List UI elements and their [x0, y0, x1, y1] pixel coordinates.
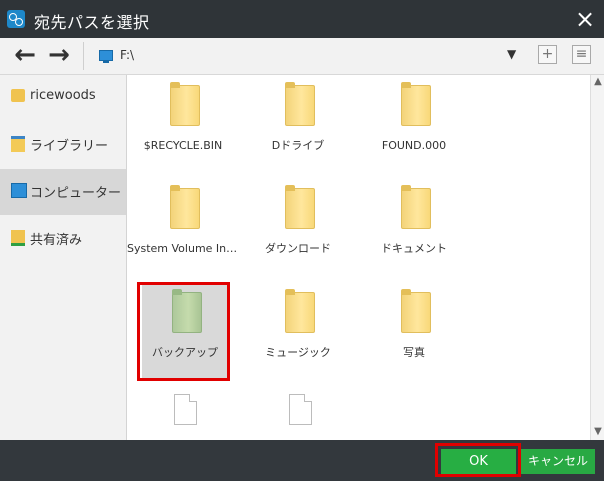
folder-label: FOUND.000 [381, 139, 447, 152]
folder-item[interactable]: Dドライブ [242, 75, 354, 171]
folder-label: System Volume Infor... [127, 242, 239, 255]
vertical-scrollbar[interactable]: ▲ ▼ [590, 75, 604, 440]
folder-label: ミュージック [265, 346, 331, 359]
title-bar: 宛先パスを選択 × [0, 0, 604, 38]
folder-label: $RECYCLE.BIN [143, 139, 223, 152]
folder-icon [401, 82, 431, 126]
sidebar-item-label: 共有済み [30, 233, 83, 248]
folder-icon [170, 82, 200, 126]
sidebar-item-shared[interactable]: 共有済み [0, 216, 126, 262]
folder-icon [285, 185, 315, 229]
file-icon [174, 394, 197, 425]
scroll-down-icon[interactable]: ▼ [593, 427, 603, 437]
folder-item[interactable]: ミュージック [242, 282, 354, 378]
folder-icon [401, 185, 431, 229]
folder-icon [285, 82, 315, 126]
file-item[interactable] [127, 389, 239, 440]
minitool-icon [7, 10, 25, 28]
file-grid: $RECYCLE.BIN Dドライブ FOUND.000 System Volu… [127, 75, 589, 440]
cancel-button[interactable]: キャンセル [521, 449, 595, 474]
dialog-title: 宛先パスを選択 [34, 13, 150, 32]
folder-item[interactable]: 写真 [358, 282, 470, 378]
navigation-sidebar: ricewoods ライブラリー コンピューター 共有済み [0, 75, 127, 440]
toolbar: ← → F:\ ▼ + ≡ [0, 38, 604, 75]
sidebar-item-computer[interactable]: コンピューター [0, 169, 126, 215]
computer-icon [99, 50, 113, 63]
sidebar-item-label: ライブラリー [30, 139, 109, 154]
user-folder-icon [11, 89, 25, 102]
ok-button-highlight [435, 443, 521, 477]
folder-item[interactable]: $RECYCLE.BIN [127, 75, 239, 171]
folder-icon [285, 289, 315, 333]
sidebar-item-library[interactable]: ライブラリー [0, 122, 126, 168]
folder-label: Dドライブ [271, 139, 325, 152]
view-mode-icon[interactable]: ≡ [572, 45, 591, 64]
back-icon[interactable]: ← [8, 40, 42, 70]
folder-icon [401, 289, 431, 333]
shared-icon [11, 230, 25, 246]
selection-highlight [137, 282, 230, 381]
folder-label: 写真 [403, 346, 425, 359]
sidebar-item-label: コンピューター [30, 186, 122, 201]
folder-label: ドキュメント [381, 242, 447, 255]
new-folder-icon[interactable]: + [538, 45, 557, 64]
folder-icon [170, 185, 200, 229]
current-path[interactable]: F:\ [120, 48, 134, 62]
close-icon[interactable]: × [566, 0, 604, 38]
folder-item[interactable]: ダウンロード [242, 178, 354, 274]
scroll-up-icon[interactable]: ▲ [593, 77, 603, 87]
computer-icon [11, 183, 27, 198]
toolbar-divider [83, 42, 84, 70]
sidebar-item-ricewoods[interactable]: ricewoods [0, 75, 126, 121]
sidebar-item-label: ricewoods [30, 88, 96, 103]
folder-item[interactable]: ドキュメント [358, 178, 470, 274]
folder-label: ダウンロード [265, 242, 331, 255]
forward-icon[interactable]: → [42, 40, 76, 70]
file-item[interactable] [242, 389, 354, 440]
library-icon [11, 136, 25, 152]
folder-item[interactable]: System Volume Infor... [127, 178, 239, 274]
folder-item[interactable]: FOUND.000 [358, 75, 470, 171]
path-dropdown-icon[interactable]: ▼ [507, 47, 516, 61]
file-icon [289, 394, 312, 425]
